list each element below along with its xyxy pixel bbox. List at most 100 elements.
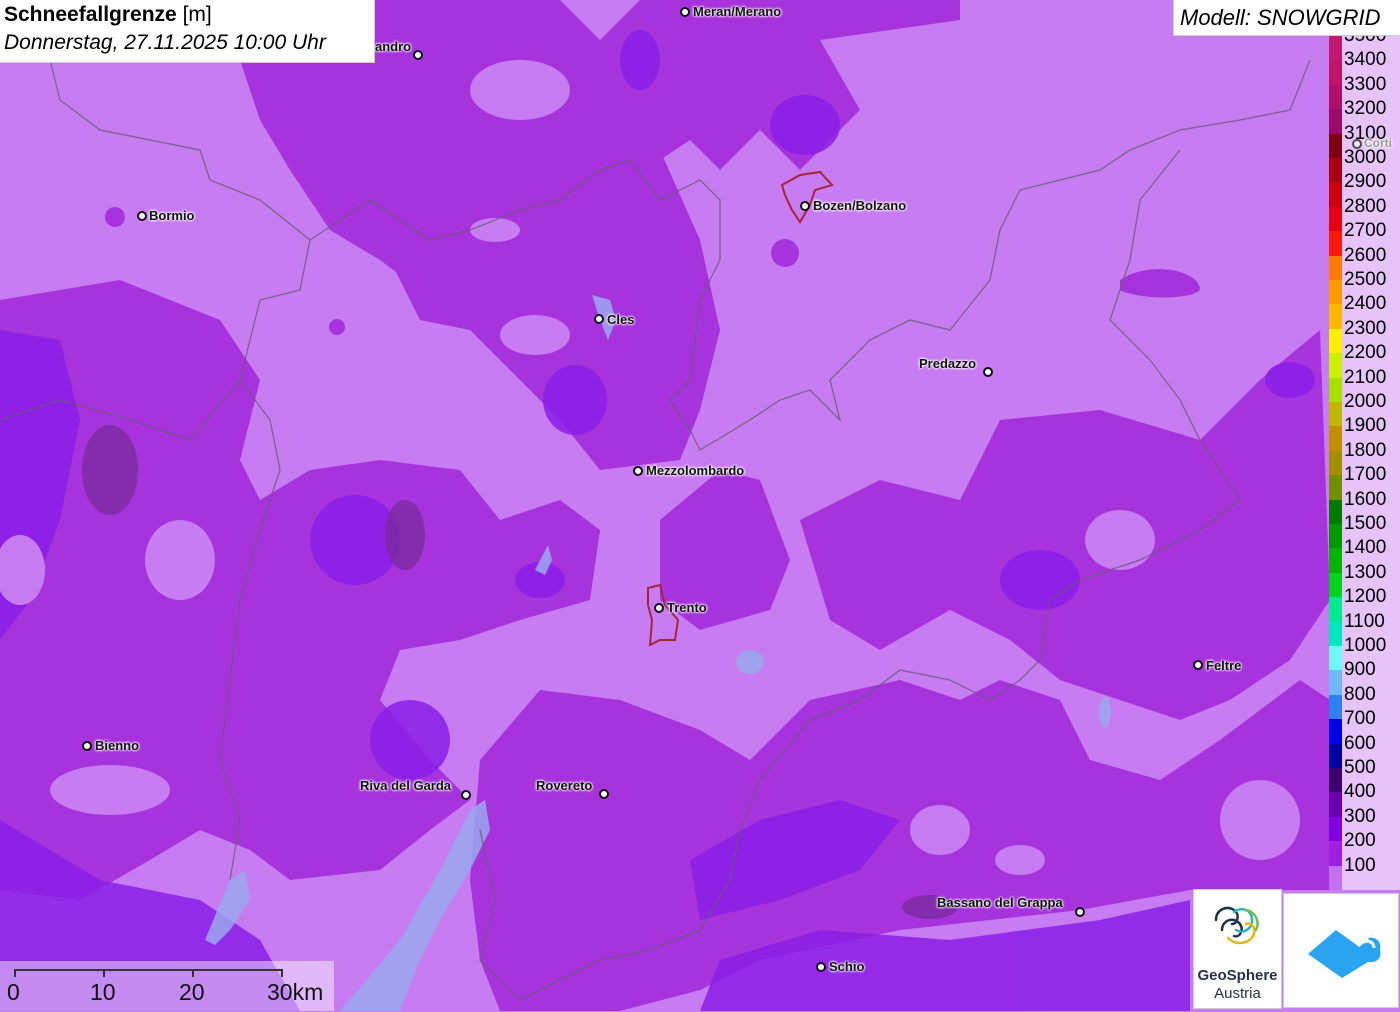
legend-row: 3300 [1329,73,1400,110]
legend-row: 100 [1329,854,1400,890]
legend-label: 2500 [1344,269,1387,290]
city-label: Bassano del Grappa [937,895,1063,910]
legend-label: 800 [1344,683,1376,705]
legend-row: 1300 [1329,561,1400,598]
legend-row: 2600 [1329,244,1400,280]
legend-label: 500 [1344,757,1376,778]
legend-label: 2200 [1344,342,1387,364]
legend-label: 600 [1344,732,1376,754]
city-label: Riva del Garda [360,778,452,793]
scale-tick [281,969,283,977]
legend-row: 600 [1329,732,1400,768]
legend-row: 2000 [1329,390,1400,427]
legend-label: 2000 [1344,391,1387,412]
city-label: Rovereto [536,778,593,793]
legend-row: 1900 [1329,414,1400,451]
city-dot [82,741,92,751]
city-label: Bormio [149,208,195,223]
legend-label: 200 [1344,830,1376,852]
geosphere-emblem-icon [1214,906,1259,945]
legend-label: 2300 [1344,317,1387,339]
city-label: Bienno [95,738,140,753]
city-dot [816,962,826,972]
app-logo[interactable] [1283,893,1399,1008]
city-label: Corti [1364,136,1392,150]
geosphere-country: Austria [1214,985,1261,1002]
legend-label: 100 [1344,854,1376,876]
legend-label: 900 [1344,659,1376,681]
legend-row: 200 [1329,829,1400,866]
legend-row: 3200 [1329,97,1400,134]
scale-label: 0 [7,979,20,1005]
geosphere-name: GeoSphere [1197,967,1278,984]
city-dot [1193,660,1203,670]
legend-row: 2200 [1329,341,1400,378]
scale-label: 30km [267,979,324,1005]
map-title-box: Schneefallgrenze [m] Donnerstag, 27.11.2… [0,0,375,63]
city-dot [1352,139,1362,149]
legend-row: 2100 [1329,366,1400,402]
legend-label: 1700 [1344,464,1387,486]
legend-label: 400 [1344,781,1376,803]
legend-row: 2400 [1329,292,1400,329]
legend-row: 2700 [1329,219,1400,256]
legend-row: 900 [1329,658,1400,695]
legend-row: 2500 [1329,268,1400,305]
scale-tick [103,969,105,977]
scale-label: 20 [179,979,205,1005]
legend-label: 3000 [1344,147,1387,168]
legend-label: 1100 [1344,610,1385,632]
city-label: Trento [667,600,707,615]
legend-label: 1800 [1344,439,1387,461]
scale-label: 10 [90,979,116,1005]
legend-label: 1900 [1344,415,1387,437]
legend-label: 300 [1344,805,1376,827]
legend-row: 2800 [1329,195,1400,232]
legend-row: 1700 [1329,463,1400,500]
legend-row: 800 [1329,683,1400,720]
city-dot [461,790,471,800]
legend-row: 1000 [1329,634,1400,671]
legend-label: 2400 [1344,293,1387,315]
legend-label: 3200 [1344,98,1387,120]
legend-row: 700 [1329,707,1400,744]
legend-row: 1400 [1329,536,1400,573]
city-dot [137,211,147,221]
legend-label: 2700 [1344,220,1387,242]
color-legend: 3500340033003200310030002900280027002600… [1329,36,1400,890]
city-dot [654,603,664,613]
legend-label: 700 [1344,708,1376,730]
city-label: Mezzolombardo [646,463,745,478]
legend-label: 3400 [1344,49,1387,71]
scale-bar: 0 10 20 30km [0,961,334,1011]
map-timestamp: Donnerstag, 27.11.2025 10:00 Uhr [4,31,326,54]
legend-label: 1500 [1344,513,1387,534]
city-dot [800,201,810,211]
legend-row: 300 [1329,805,1400,842]
legend-label: 2800 [1344,195,1387,217]
legend-row: 2300 [1329,317,1400,354]
map-title: Schneefallgrenze [m] [4,3,212,26]
legend-row: 1600 [1329,488,1400,524]
city-dot [680,7,690,17]
city-label: Cles [607,312,635,327]
city-dot [599,789,609,799]
legend-row: 2900 [1329,170,1400,207]
legend-label: 2100 [1344,366,1387,388]
scale-tick [14,969,16,977]
city-dot [413,50,423,60]
legend-label: 3500 [1344,36,1386,47]
city-dot [1075,907,1085,917]
city-dot [594,314,604,324]
city-dot [633,466,643,476]
geosphere-logo[interactable]: GeoSphere Austria [1193,889,1282,1009]
legend-row: 3500 [1329,36,1400,61]
legend-label: 1300 [1344,561,1387,583]
cloud-arrow-icon [1308,930,1381,978]
model-label-box: Modell: SNOWGRID [1173,0,1400,36]
model-label: Modell: SNOWGRID [1180,5,1381,30]
legend-label: 1600 [1344,488,1387,510]
legend-row: 1800 [1329,439,1400,476]
snowfall-map[interactable] [0,0,1400,1011]
legend-label: 1000 [1344,635,1387,656]
